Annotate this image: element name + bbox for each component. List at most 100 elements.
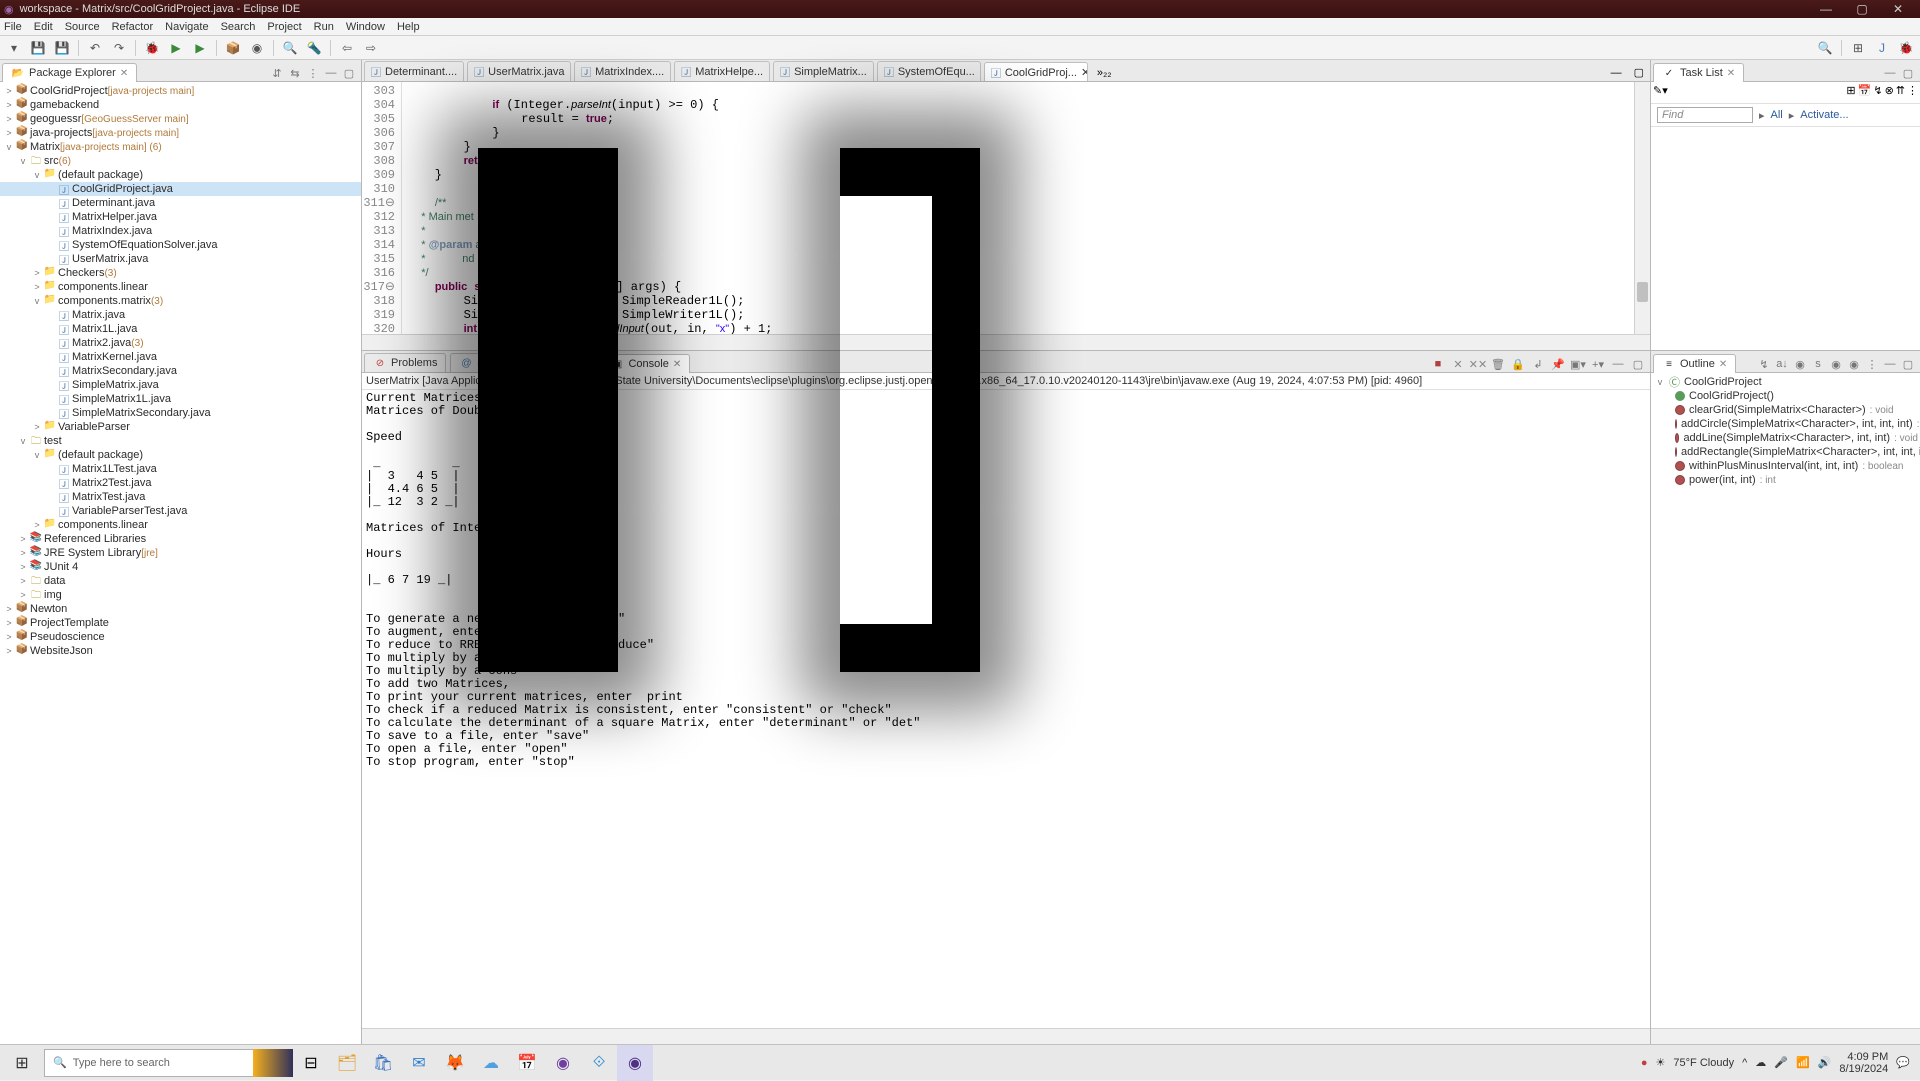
task-list-tab[interactable]: ✓ Task List ✕: [1653, 63, 1744, 82]
outline-method[interactable]: clearGrid(SimpleMatrix<Character>) : voi…: [1653, 403, 1918, 417]
tree-row[interactable]: >📚 JRE System Library [jre]: [0, 546, 361, 560]
outline-method[interactable]: addLine(SimpleMatrix<Character>, int, in…: [1653, 431, 1918, 445]
open-type-icon[interactable]: 🔍: [280, 38, 300, 58]
display-console-icon[interactable]: ▣▾: [1570, 356, 1586, 372]
menu-edit[interactable]: Edit: [34, 21, 53, 33]
menu-window[interactable]: Window: [346, 21, 385, 33]
minimize-editor-icon[interactable]: —: [1605, 65, 1628, 81]
debug-perspective-icon[interactable]: 🐞: [1896, 38, 1916, 58]
tree-row[interactable]: >📚 JUnit 4: [0, 560, 361, 574]
console-body[interactable]: Current Matrices: Matrices of Doubles: S…: [362, 390, 1650, 1028]
tree-row[interactable]: >📦 gamebackend: [0, 98, 361, 112]
activate-link[interactable]: Activate...: [1800, 109, 1848, 121]
mail-icon[interactable]: ✉: [401, 1045, 437, 1081]
clock[interactable]: 4:09 PM 8/19/2024: [1839, 1051, 1888, 1075]
collapse-all-icon[interactable]: ⇵: [269, 65, 285, 81]
focus-icon[interactable]: ↯: [1756, 356, 1772, 372]
weather-text[interactable]: 75°F Cloudy: [1673, 1057, 1734, 1069]
outline-method[interactable]: power(int, int) : int: [1653, 473, 1918, 487]
open-console-icon[interactable]: +▾: [1590, 356, 1606, 372]
editor-tab[interactable]: 🄹MatrixIndex....: [574, 61, 671, 81]
editor-body[interactable]: 303 304 305 306 307 308 309 310 311⊖ 312…: [362, 82, 1650, 334]
store-icon[interactable]: 🛍: [365, 1045, 401, 1081]
tree-row[interactable]: 🄹 SimpleMatrix1L.java: [0, 392, 361, 406]
minimize-button[interactable]: —: [1808, 2, 1844, 16]
redo-icon[interactable]: ↷: [109, 38, 129, 58]
tree-row[interactable]: >🗀 data: [0, 574, 361, 588]
new-icon[interactable]: ▾: [4, 38, 24, 58]
tree-row[interactable]: 🄹 Determinant.java: [0, 196, 361, 210]
minimize-view-icon[interactable]: —: [323, 65, 339, 81]
new-package-icon[interactable]: 📦: [223, 38, 243, 58]
tree-row[interactable]: >📦 CoolGridProject [java-projects main]: [0, 84, 361, 98]
view-menu-icon[interactable]: ⋮: [305, 65, 321, 81]
close-icon[interactable]: ✕: [1727, 68, 1735, 79]
firefox-icon[interactable]: 🦊: [437, 1045, 473, 1081]
tree-row[interactable]: 🄹 VariableParserTest.java: [0, 504, 361, 518]
outline-method[interactable]: addRectangle(SimpleMatrix<Character>, in…: [1653, 445, 1918, 459]
maximize-view-icon[interactable]: ▢: [341, 65, 357, 81]
menu-source[interactable]: Source: [65, 21, 100, 33]
editor-tab[interactable]: 🄹SystemOfEqu...: [877, 61, 981, 81]
new-class-icon[interactable]: ◉: [247, 38, 267, 58]
tree-row[interactable]: v📁 components.matrix (3): [0, 294, 361, 308]
tree-row[interactable]: v🗀 test: [0, 434, 361, 448]
tree-row[interactable]: >📦 Newton: [0, 602, 361, 616]
tree-row[interactable]: 🄹 MatrixSecondary.java: [0, 364, 361, 378]
tree-row[interactable]: 🄹 MatrixKernel.java: [0, 350, 361, 364]
collapse-all-icon[interactable]: ⇈: [1896, 84, 1905, 101]
mic-icon[interactable]: 🎤: [1774, 1056, 1788, 1069]
outline-method[interactable]: withinPlusMinusInterval(int, int, int) :…: [1653, 459, 1918, 473]
new-task-icon[interactable]: ✎▾: [1653, 84, 1668, 101]
outline-method[interactable]: CoolGridProject(): [1653, 389, 1918, 403]
menu-project[interactable]: Project: [267, 21, 301, 33]
file-explorer-icon[interactable]: 🗂: [329, 1045, 365, 1081]
outline-class[interactable]: vⒸ CoolGridProject: [1653, 375, 1918, 389]
save-all-icon[interactable]: 💾: [52, 38, 72, 58]
tree-row[interactable]: 🄹 MatrixIndex.java: [0, 224, 361, 238]
remove-all-icon[interactable]: ✕✕: [1470, 356, 1486, 372]
tree-row[interactable]: >📦 ProjectTemplate: [0, 616, 361, 630]
javadoc-tab[interactable]: @ Javadoc: [450, 353, 527, 372]
editor-tab[interactable]: 🄹UserMatrix.java: [467, 61, 571, 81]
close-icon[interactable]: ✕: [673, 359, 681, 370]
wifi-icon[interactable]: 📶: [1796, 1056, 1810, 1069]
maximize-button[interactable]: ▢: [1844, 2, 1880, 16]
hide-local-icon[interactable]: ◉: [1846, 356, 1862, 372]
minimize-view-icon[interactable]: —: [1882, 65, 1898, 81]
chevron-up-icon[interactable]: ^: [1742, 1057, 1747, 1069]
taskbar-search[interactable]: 🔍 Type here to search: [44, 1049, 254, 1077]
tree-row[interactable]: >📦 Pseudoscience: [0, 630, 361, 644]
start-button[interactable]: ⊞: [0, 1045, 44, 1081]
coverage-icon[interactable]: ▶: [190, 38, 210, 58]
minimize-view-icon[interactable]: —: [1882, 356, 1898, 372]
tree-row[interactable]: 🄹 Matrix1LTest.java: [0, 462, 361, 476]
tree-row[interactable]: 🄹 SimpleMatrix.java: [0, 378, 361, 392]
tree-row[interactable]: 🄹 UserMatrix.java: [0, 252, 361, 266]
tree-row[interactable]: >📦 WebsiteJson: [0, 644, 361, 658]
java-perspective-icon[interactable]: J: [1872, 38, 1892, 58]
editor-tab[interactable]: 🄹MatrixHelpe...: [674, 61, 770, 81]
hide-fields-icon[interactable]: ◉: [1792, 356, 1808, 372]
menu-file[interactable]: File: [4, 21, 22, 33]
schedule-icon[interactable]: 📅: [1858, 84, 1872, 101]
tree-row[interactable]: 🄹 CoolGridProject.java: [0, 182, 361, 196]
tree-row[interactable]: 🄹 Matrix1L.java: [0, 322, 361, 336]
all-link[interactable]: All: [1771, 109, 1783, 121]
package-tree[interactable]: >📦 CoolGridProject [java-projects main]>…: [0, 82, 361, 1044]
tree-row[interactable]: 🄹 SimpleMatrixSecondary.java: [0, 406, 361, 420]
close-icon[interactable]: ✕: [120, 68, 128, 79]
sort-icon[interactable]: a↓: [1774, 356, 1790, 372]
word-wrap-icon[interactable]: ↲: [1530, 356, 1546, 372]
code-area[interactable]: if (Integer.parseInt(input) >= 0) { resu…: [402, 82, 1634, 334]
onedrive-tray-icon[interactable]: ☁: [1755, 1056, 1766, 1069]
outline-method[interactable]: addCircle(SimpleMatrix<Character>, int, …: [1653, 417, 1918, 431]
console-tab[interactable]: ▣ Console ✕: [601, 354, 690, 373]
problems-tab[interactable]: ⊘ Problems: [364, 353, 446, 372]
package-explorer-tab[interactable]: 📂 Package Explorer ✕: [2, 63, 137, 82]
editor-tab[interactable]: 🄹SimpleMatrix...: [773, 61, 874, 81]
maximize-view-icon[interactable]: ▢: [1630, 356, 1646, 372]
tree-row[interactable]: >📦 java-projects [java-projects main]: [0, 126, 361, 140]
tree-row[interactable]: >📁 components.linear: [0, 280, 361, 294]
view-menu-icon[interactable]: ⋮: [1907, 84, 1918, 101]
